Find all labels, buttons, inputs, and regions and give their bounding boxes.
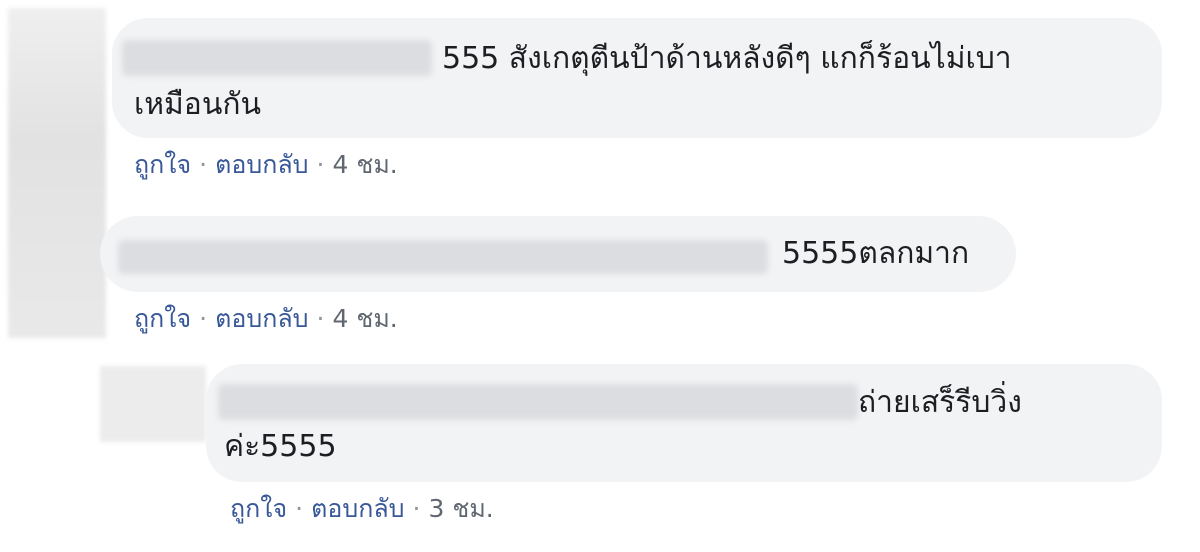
- reply-link[interactable]: ตอบกลับ: [215, 304, 308, 333]
- comment-bubble: 555 สังเกตุตีนป้าด้านหลังดีๆ แกก็ร้อนไม่…: [112, 18, 1162, 138]
- comment-actions: ถูกใจ · ตอบกลับ · 4 ชม.: [134, 148, 398, 182]
- reply-bubble: ถ่ายเสร็รีบวิ่ง ค่ะ5555: [206, 364, 1162, 482]
- separator: ·: [199, 150, 208, 179]
- comment-actions: ถูกใจ · ตอบกลับ · 3 ชม.: [230, 492, 494, 526]
- like-link[interactable]: ถูกใจ: [134, 304, 191, 333]
- comment-timestamp[interactable]: 3 ชม.: [429, 494, 494, 523]
- reply-link[interactable]: ตอบกลับ: [215, 150, 308, 179]
- separator: ·: [316, 150, 325, 179]
- commenter-name-redacted[interactable]: [122, 40, 432, 76]
- reply-avatar[interactable]: [100, 366, 206, 442]
- comment-text-continued: ค่ะ5555: [224, 429, 337, 464]
- separator: ·: [295, 494, 304, 523]
- commenter-name-redacted[interactable]: [118, 240, 768, 274]
- separator: ·: [412, 494, 421, 523]
- comment-timestamp[interactable]: 4 ชม.: [333, 304, 398, 333]
- comment-text: ถ่ายเสร็รีบวิ่ง: [858, 385, 1022, 420]
- comment-text: 5555ตลกมาก: [782, 236, 970, 271]
- comment-timestamp[interactable]: 4 ชม.: [333, 150, 398, 179]
- comment-text: 555 สังเกตุตีนป้าด้านหลังดีๆ แกก็ร้อนไม่…: [442, 41, 1012, 76]
- commenter-name-redacted[interactable]: [218, 384, 858, 420]
- comment-actions: ถูกใจ · ตอบกลับ · 4 ชม.: [134, 302, 398, 336]
- comment-text-continued: เหมือนกัน: [134, 87, 262, 122]
- like-link[interactable]: ถูกใจ: [134, 150, 191, 179]
- reply-link[interactable]: ตอบกลับ: [311, 494, 404, 523]
- comment-bubble: 5555ตลกมาก: [100, 216, 1016, 292]
- like-link[interactable]: ถูกใจ: [230, 494, 287, 523]
- commenter-avatar[interactable]: [8, 8, 106, 338]
- separator: ·: [199, 304, 208, 333]
- separator: ·: [316, 304, 325, 333]
